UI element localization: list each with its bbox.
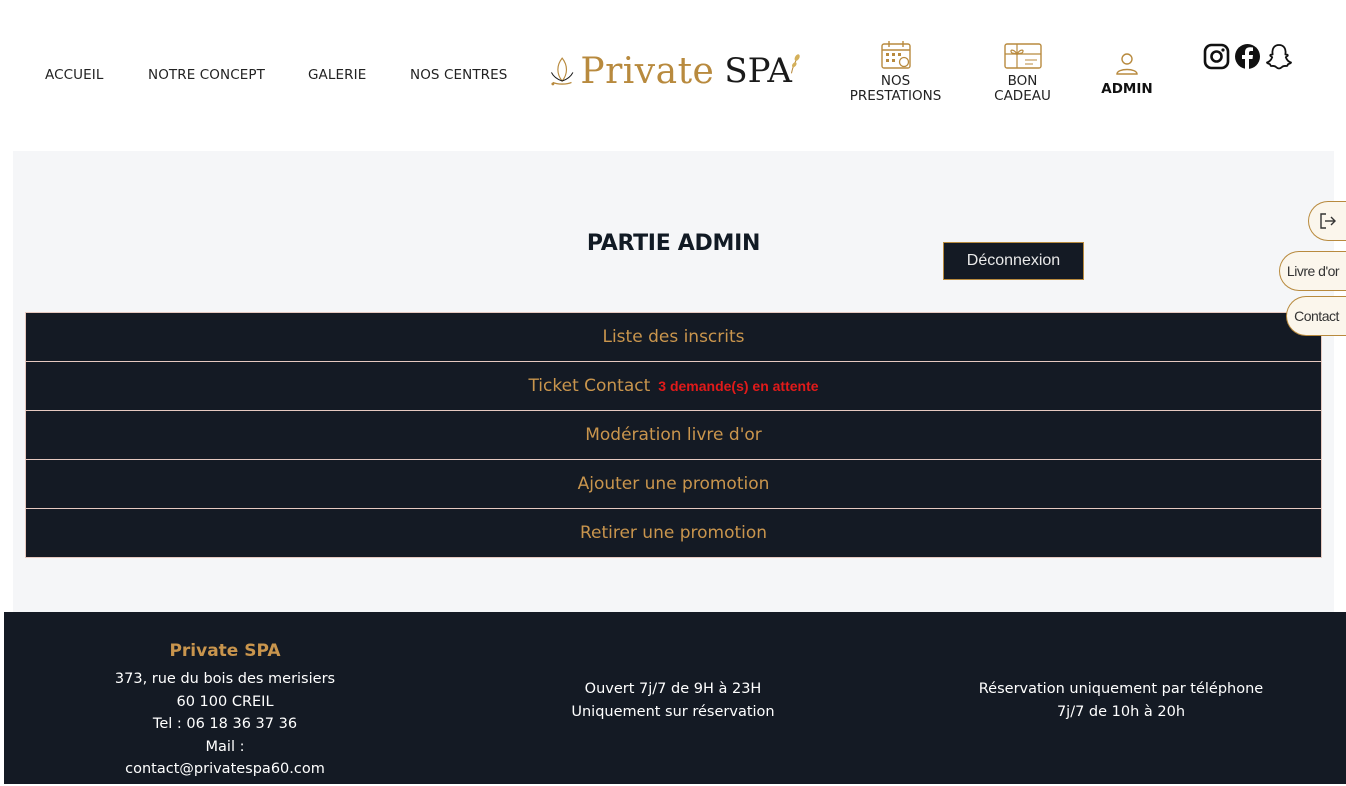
pending-requests-badge: 3 demande(s) en attente — [658, 378, 819, 394]
admin-panel: PARTIE ADMIN Déconnexion Liste des inscr… — [13, 151, 1334, 612]
admin-item-ticket-contact[interactable]: Ticket Contact 3 demande(s) en attente — [25, 361, 1322, 411]
nav-cadeau-line1: BON — [1007, 73, 1038, 89]
footer-reservation-line1: Réservation uniquement par téléphone — [978, 681, 1264, 697]
lotus-logo-icon — [550, 57, 574, 86]
admin-item-label: Retirer une promotion — [579, 523, 768, 543]
footer-reservation: Réservation uniquement par téléphone 7j/… — [966, 678, 1276, 723]
footer-phone[interactable]: Tel : 06 18 36 37 36 — [104, 713, 346, 736]
site-footer: Private SPA 373, rue du bois des merisie… — [4, 612, 1346, 784]
admin-item-retirer-promotion[interactable]: Retirer une promotion — [25, 508, 1322, 558]
social-links — [1203, 43, 1293, 70]
snapchat-icon[interactable] — [1265, 43, 1293, 70]
nav-accueil[interactable]: ACCUEIL — [45, 67, 103, 83]
nav-notre-concept[interactable]: NOTRE CONCEPT — [148, 67, 265, 83]
nav-prestations-line2: PRESTATIONS — [849, 88, 942, 104]
footer-reservation-line2: 7j/7 de 10h à 20h — [1056, 703, 1186, 720]
gift-card-icon — [1003, 43, 1042, 69]
leaf-accent-icon — [790, 54, 800, 74]
side-tab-logout[interactable] — [1308, 201, 1346, 241]
footer-brand: Private SPA — [169, 641, 281, 661]
instagram-icon[interactable] — [1203, 43, 1230, 70]
footer-address-line1: 373, rue du bois des merisiers — [114, 671, 336, 687]
calendar-icon — [880, 41, 911, 69]
admin-item-liste-inscrits[interactable]: Liste des inscrits — [25, 312, 1322, 362]
side-tab-livre-dor[interactable]: Livre d'or — [1279, 251, 1346, 291]
footer-hours-line1: Ouvert 7j/7 de 9H à 23H — [584, 681, 762, 697]
admin-item-label: Ticket Contact — [528, 376, 651, 396]
user-icon — [1116, 53, 1138, 75]
admin-item-label: Modération livre d'or — [585, 425, 762, 445]
nav-nos-prestations[interactable]: NOS PRESTATIONS — [848, 40, 943, 104]
nav-nos-centres[interactable]: NOS CENTRES — [410, 67, 507, 83]
site-logo[interactable]: Private SPA — [550, 46, 800, 96]
admin-menu: Liste des inscrits Ticket Contact 3 dema… — [25, 312, 1322, 558]
side-tab-contact[interactable]: Contact — [1286, 296, 1346, 336]
page-title: PARTIE ADMIN — [586, 231, 761, 256]
admin-item-label: Ajouter une promotion — [577, 474, 770, 494]
site-header: ACCUEIL NOTRE CONCEPT GALERIE NOS CENTRE… — [0, 0, 1346, 150]
logout-button[interactable]: Déconnexion — [943, 242, 1084, 280]
facebook-icon[interactable] — [1234, 43, 1261, 70]
admin-item-moderation-livre[interactable]: Modération livre d'or — [25, 410, 1322, 460]
logo-word-private: Private — [580, 50, 715, 92]
footer-hours-line2: Uniquement sur réservation — [571, 703, 775, 720]
nav-admin[interactable]: ADMIN — [1098, 52, 1156, 97]
admin-item-ajouter-promotion[interactable]: Ajouter une promotion — [25, 459, 1322, 509]
nav-bon-cadeau[interactable]: BON CADEAU — [985, 38, 1060, 104]
footer-contact: Private SPA 373, rue du bois des merisie… — [104, 640, 346, 781]
nav-admin-label: ADMIN — [1101, 81, 1153, 97]
nav-galerie[interactable]: GALERIE — [308, 67, 366, 83]
admin-item-label: Liste des inscrits — [602, 327, 745, 347]
nav-prestations-line1: NOS — [880, 73, 911, 89]
nav-cadeau-line2: CADEAU — [994, 88, 1051, 104]
logout-icon — [1319, 213, 1336, 229]
footer-address-line2: 60 100 CREIL — [176, 693, 274, 710]
footer-email[interactable]: Mail : contact@privatespa60.com — [104, 736, 346, 781]
logo-word-spa: SPA — [724, 51, 792, 91]
footer-hours: Ouvert 7j/7 de 9H à 23H Uniquement sur r… — [543, 678, 803, 723]
